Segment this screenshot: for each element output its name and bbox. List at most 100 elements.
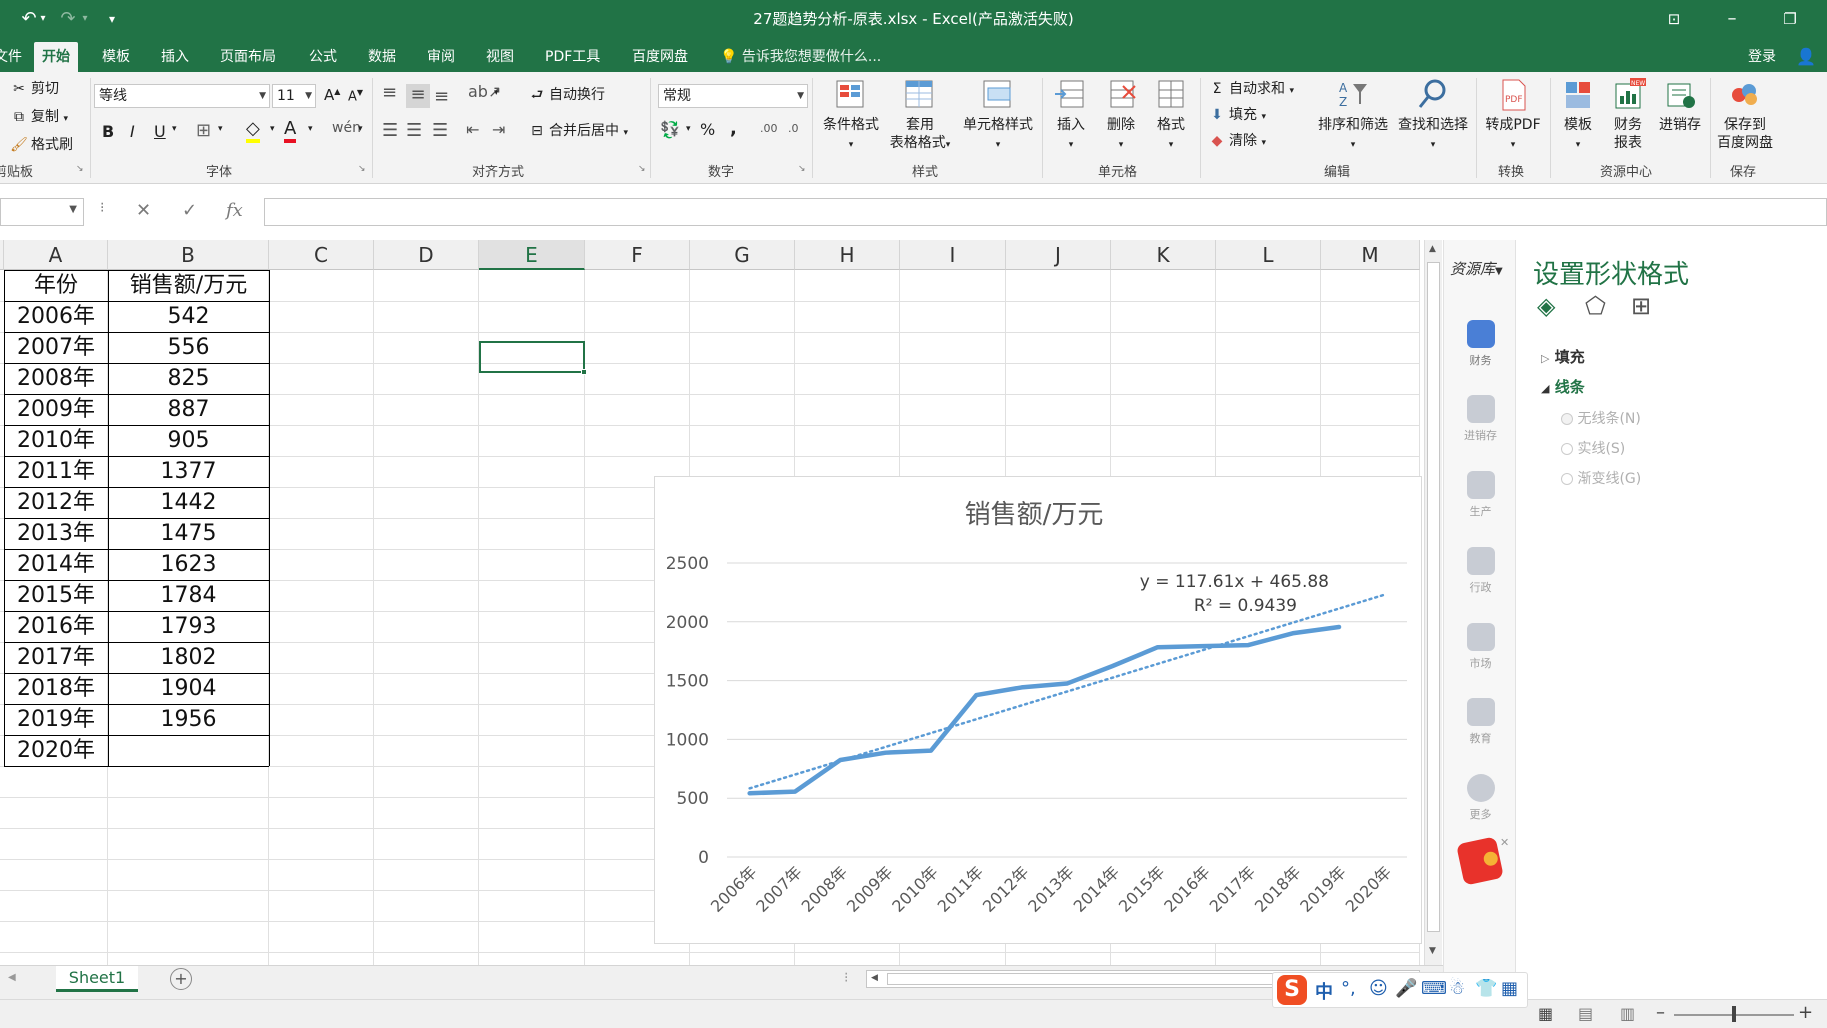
cell-year[interactable]: 2013年 [4, 518, 108, 549]
font-launcher-icon[interactable]: ↘ [358, 164, 366, 174]
phonetic-icon[interactable]: wén [332, 120, 361, 136]
increase-decimal-icon[interactable]: .00 [760, 122, 778, 135]
toolbox-icon[interactable]: ▦ [1501, 978, 1518, 999]
column-header-l[interactable]: L [1216, 240, 1321, 270]
comma-button[interactable]: , [730, 118, 737, 139]
close-icon[interactable]: ✕ [1500, 836, 1509, 849]
phonetic-dropdown-icon[interactable]: ▾ [358, 124, 363, 134]
cancel-icon[interactable]: ✕ [136, 200, 151, 221]
ime-chinese-mode[interactable]: 中 [1315, 978, 1333, 1004]
fill-handle[interactable] [581, 369, 587, 375]
insert-cells-button[interactable]: 插入 ▾ [1048, 78, 1094, 154]
cell-year[interactable]: 2019年 [4, 704, 108, 735]
scroll-thumb[interactable] [1427, 262, 1440, 932]
header-cell-year[interactable]: 年份 [4, 270, 108, 301]
insert-function-icon[interactable]: fx [226, 200, 243, 221]
page-break-view-icon[interactable]: ▥ [1620, 1004, 1635, 1023]
tell-me-search[interactable]: 💡 告诉我您想要做什么... [720, 42, 881, 72]
cell-year[interactable]: 2017年 [4, 642, 108, 673]
cell-year[interactable]: 2011年 [4, 456, 108, 487]
cell-year[interactable]: 2007年 [4, 332, 108, 363]
percent-button[interactable]: % [700, 120, 715, 139]
minimize-icon[interactable]: – [1718, 6, 1746, 32]
format-painter-button[interactable]: 🖌 格式刷 [10, 134, 73, 154]
cell-year[interactable]: 2018年 [4, 673, 108, 704]
cell-sales[interactable]: 1784 [108, 580, 269, 611]
column-header-j[interactable]: J [1006, 240, 1111, 270]
column-header-k[interactable]: K [1111, 240, 1216, 270]
column-header-g[interactable]: G [690, 240, 795, 270]
sheet-tab[interactable]: Sheet1 [56, 966, 138, 992]
cell-sales[interactable]: 887 [108, 394, 269, 425]
tab-page-layout[interactable]: 页面布局 [212, 42, 284, 72]
finance-report-button[interactable]: NEW 财务 报表 [1604, 78, 1652, 152]
autosum-button[interactable]: Σ 自动求和 ▾ [1208, 78, 1294, 98]
font-color-dropdown-icon[interactable]: ▾ [308, 124, 313, 134]
cell-sales[interactable]: 1956 [108, 704, 269, 735]
zoom-in-icon[interactable]: + [1798, 1002, 1813, 1023]
scroll-left-icon[interactable]: ◀ [871, 973, 878, 983]
vertical-scrollbar[interactable]: ▲ ▼ [1424, 240, 1442, 965]
clipboard-launcher-icon[interactable]: ↘ [76, 164, 84, 174]
cell-styles-button[interactable]: 单元格样式 ▾ [958, 78, 1038, 154]
cell-sales[interactable]: 556 [108, 332, 269, 363]
cell-sales[interactable]: 1623 [108, 549, 269, 580]
decrease-decimal-icon[interactable]: .0 [788, 122, 799, 135]
cell-sales[interactable]: 1475 [108, 518, 269, 549]
resource-item-market[interactable]: 市场 [1444, 623, 1517, 671]
format-as-table-button[interactable]: 套用 表格格式▾ [884, 78, 956, 154]
microphone-icon[interactable]: 🎤 [1395, 978, 1417, 999]
tab-template[interactable]: 模板 [94, 42, 138, 72]
number-launcher-icon[interactable]: ↘ [798, 164, 806, 174]
sheet-nav-icon[interactable]: ◀ [8, 972, 16, 983]
align-right-icon[interactable]: ☰ [432, 120, 448, 141]
fill-line-tab-icon[interactable]: ◈ [1537, 292, 1555, 320]
column-header-h[interactable]: H [795, 240, 900, 270]
increase-indent-icon[interactable]: ⇥ [492, 120, 505, 139]
resource-panel-header[interactable]: 资源库▼ [1450, 258, 1503, 279]
emoji-icon[interactable]: ☺ [1369, 978, 1388, 999]
cell-sales[interactable]: 825 [108, 363, 269, 394]
currency-icon[interactable]: 💱 [660, 120, 680, 139]
fill-color-dropdown-icon[interactable]: ▾ [270, 124, 275, 134]
bold-button[interactable]: B [102, 122, 114, 141]
cell-sales[interactable]: 1793 [108, 611, 269, 642]
cell-year[interactable]: 2014年 [4, 549, 108, 580]
page-layout-view-icon[interactable]: ▤ [1578, 1004, 1593, 1023]
column-header-c[interactable]: C [269, 240, 374, 270]
column-header-m[interactable]: M [1321, 240, 1420, 270]
sort-filter-button[interactable]: AZ 排序和筛选 ▾ [1314, 78, 1392, 154]
fill-button[interactable]: ⬇ 填充 ▾ [1208, 104, 1266, 124]
h-scroll-thumb[interactable] [887, 973, 1287, 985]
cell-year[interactable]: 2010年 [4, 425, 108, 456]
cell-sales[interactable]: 1442 [108, 487, 269, 518]
size-properties-tab-icon[interactable]: ⊞ [1631, 292, 1651, 320]
confirm-icon[interactable]: ✓ [182, 200, 197, 221]
restore-icon[interactable]: ❐ [1776, 6, 1804, 32]
fill-color-icon[interactable]: ◇ [246, 118, 260, 143]
cell-sales[interactable] [108, 735, 269, 766]
resource-item-admin[interactable]: 行政 [1444, 547, 1517, 595]
border-dropdown-icon[interactable]: ▾ [218, 124, 223, 134]
delete-cells-button[interactable]: 删除 ▾ [1098, 78, 1144, 154]
solid-line-radio[interactable]: 实线(S) [1561, 438, 1625, 458]
resource-item-more[interactable]: 更多 [1444, 774, 1517, 822]
find-select-button[interactable]: 查找和选择 ▾ [1394, 78, 1472, 154]
underline-button[interactable]: U [154, 122, 166, 141]
tab-baidu-netdisk[interactable]: 百度网盘 [624, 42, 696, 72]
resource-item-education[interactable]: 教育 [1444, 698, 1517, 746]
column-header-e[interactable]: E [479, 240, 585, 270]
convert-pdf-button[interactable]: PDF 转成PDF ▾ [1480, 78, 1546, 154]
no-line-radio[interactable]: 无线条(N) [1561, 408, 1641, 428]
tab-split-handle-icon[interactable]: ⁝ [844, 970, 848, 986]
align-middle-icon[interactable]: ≡ [406, 84, 430, 108]
cell-sales[interactable]: 1377 [108, 456, 269, 487]
tab-view[interactable]: 视图 [478, 42, 522, 72]
decrease-indent-icon[interactable]: ⇤ [466, 120, 479, 139]
ribbon-display-icon[interactable]: ⊡ [1660, 6, 1688, 32]
cell-sales[interactable]: 542 [108, 301, 269, 332]
cell-year[interactable]: 2008年 [4, 363, 108, 394]
fill-section[interactable]: ▷ 填充 [1541, 346, 1585, 367]
font-color-icon[interactable]: A [284, 118, 297, 143]
cell-sales[interactable]: 1904 [108, 673, 269, 704]
